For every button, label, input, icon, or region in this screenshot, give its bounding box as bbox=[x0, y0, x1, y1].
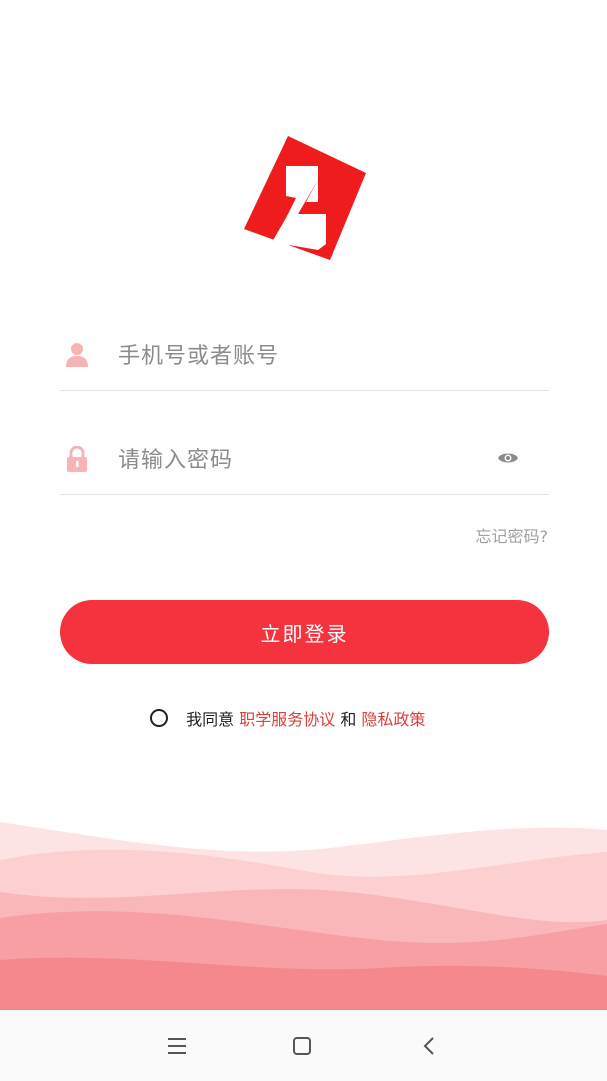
back-icon[interactable] bbox=[418, 1035, 440, 1057]
password-input[interactable]: 请输入密码 bbox=[118, 442, 233, 474]
agreement-prefix: 我同意 bbox=[186, 710, 235, 729]
menu-icon[interactable] bbox=[166, 1035, 188, 1057]
lock-icon bbox=[67, 446, 87, 472]
app-logo bbox=[244, 136, 366, 260]
account-input[interactable]: 手机号或者账号 bbox=[118, 338, 279, 370]
system-nav-bar bbox=[0, 1010, 607, 1081]
terms-link[interactable]: 职学服务协议 bbox=[239, 710, 335, 729]
password-field[interactable]: 请输入密码 bbox=[60, 434, 549, 495]
agreement-checkbox[interactable] bbox=[150, 709, 168, 727]
login-button[interactable]: 立即登录 bbox=[60, 600, 549, 664]
agreement-conjunction: 和 bbox=[340, 710, 357, 729]
user-icon bbox=[66, 343, 88, 367]
privacy-link[interactable]: 隐私政策 bbox=[361, 710, 425, 729]
home-icon[interactable] bbox=[291, 1035, 313, 1057]
eye-icon[interactable] bbox=[497, 451, 519, 465]
forgot-password-link[interactable]: 忘记密码? bbox=[476, 523, 549, 547]
account-field[interactable]: 手机号或者账号 bbox=[60, 330, 549, 391]
wave-background bbox=[0, 822, 607, 1012]
agreement-row: 我同意 职学服务协议 和 隐私政策 bbox=[150, 706, 425, 730]
